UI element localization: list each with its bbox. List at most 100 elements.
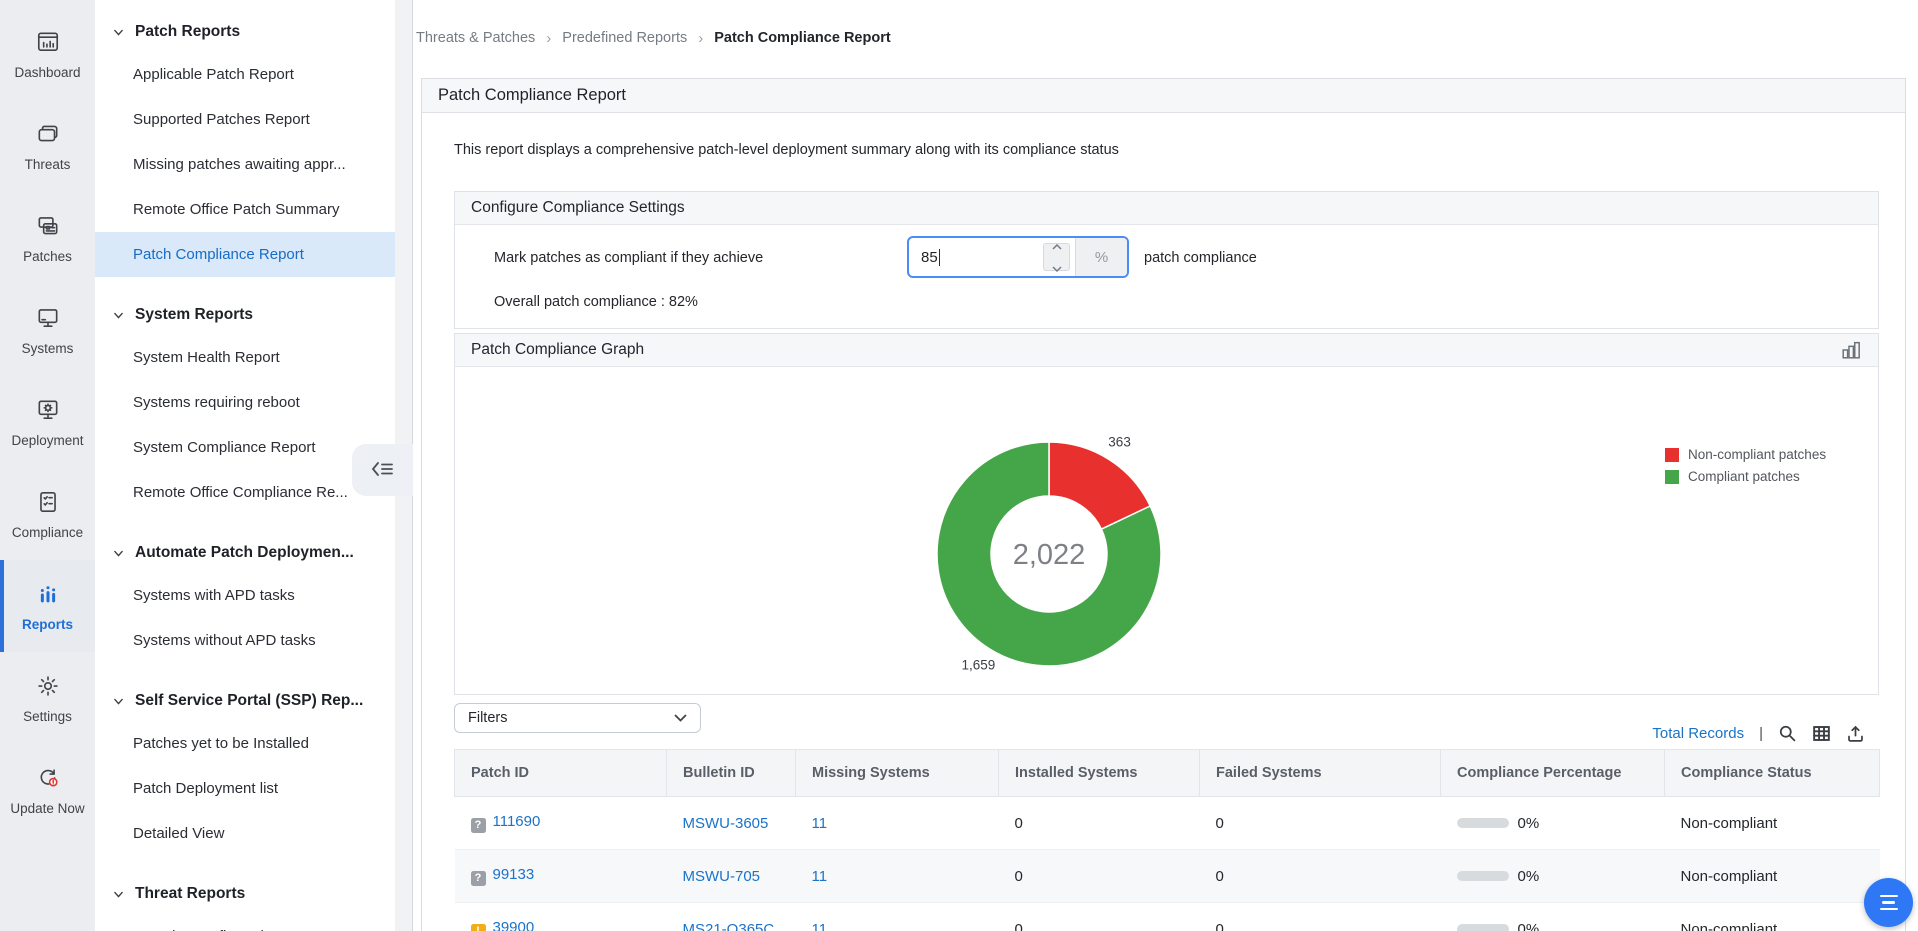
sidebar-item[interactable]: System Health Report [95, 335, 395, 380]
column-header[interactable]: Patch ID [454, 749, 667, 797]
sidebar-item[interactable]: Remote Office Compliance Re... [95, 470, 395, 515]
sidebar-group-header[interactable]: Threat Reports [95, 874, 395, 914]
chevron-down-icon [114, 312, 123, 319]
chevron-down-icon [114, 550, 123, 557]
chevron-down-icon [114, 891, 123, 898]
menu-icon [1879, 894, 1898, 911]
chevron-down-icon [114, 29, 123, 36]
compliance-threshold-input[interactable]: 85 [909, 238, 1043, 276]
threats-icon [35, 121, 61, 150]
missing-systems-link[interactable]: 11 [812, 868, 828, 885]
sidebar-group-header[interactable]: Self Service Portal (SSP) Rep... [95, 681, 395, 721]
missing-systems-link[interactable]: 11 [812, 921, 828, 931]
export-icon[interactable] [1846, 724, 1865, 743]
bulletin-id-link[interactable]: MS21-O365C [683, 921, 775, 931]
sidebar-item[interactable]: System Compliance Report [95, 425, 395, 470]
stepper-up-icon[interactable] [1051, 238, 1062, 255]
collapse-sidebar-button[interactable] [352, 444, 413, 496]
legend-label: Compliant patches [1688, 469, 1800, 484]
sidebar-item[interactable]: Security Configurations Report [95, 914, 395, 931]
table-view-icon[interactable] [1812, 724, 1831, 743]
percent-unit-label: % [1075, 238, 1127, 276]
cell-installed-systems: 0 [998, 796, 1200, 850]
column-header[interactable]: Bulletin ID [666, 749, 796, 797]
text-caret [938, 248, 941, 266]
column-header[interactable]: Failed Systems [1199, 749, 1441, 797]
search-icon[interactable] [1778, 724, 1797, 743]
legend-item[interactable]: Compliant patches [1665, 469, 1826, 484]
mark-compliant-label: Mark patches as compliant if they achiev… [494, 250, 764, 266]
sidebar-group-header[interactable]: System Reports [95, 295, 395, 335]
column-header[interactable]: Compliance Status [1664, 749, 1880, 797]
slice-value-label: 1,659 [962, 658, 996, 673]
nav-label: Threats [24, 156, 71, 172]
missing-systems-link[interactable]: 11 [812, 815, 828, 832]
nav-label: Dashboard [14, 64, 81, 80]
nav-item-update-now[interactable]: Update Now [0, 744, 95, 836]
nav-item-systems[interactable]: Systems [0, 284, 95, 376]
sidebar-item[interactable]: Patch Compliance Report [95, 232, 395, 277]
reports-sidebar: Patch Reports Applicable Patch Report Supp… [95, 0, 395, 931]
sidebar-item[interactable]: Supported Patches Report [95, 97, 395, 142]
nav-label: Compliance [11, 524, 84, 540]
sidebar-item[interactable]: Systems requiring reboot [95, 380, 395, 425]
cell-missing-systems: 11 [795, 796, 999, 850]
sidebar-item[interactable]: Systems without APD tasks [95, 618, 395, 663]
sidebar-group-header[interactable]: Automate Patch Deploymen... [95, 533, 395, 573]
sidebar-item[interactable]: Patches yet to be Installed [95, 721, 395, 766]
sidebar-group-header[interactable]: Patch Reports [95, 12, 395, 52]
progress-bar [1456, 924, 1509, 931]
patch-id-link[interactable]: 111690 [493, 813, 541, 830]
systems-icon [35, 305, 61, 334]
report-card: Patch Compliance Report This report disp… [421, 78, 1906, 931]
cell-bulletin-id: MSWU-3605 [666, 796, 796, 850]
nav-label: Deployment [11, 432, 84, 448]
cell-patch-id: ! 39900 [454, 902, 667, 931]
nav-item-reports[interactable]: Reports [0, 560, 95, 652]
collapse-sidebar-icon [370, 458, 396, 483]
patch-id-link[interactable]: 99133 [493, 866, 535, 883]
overall-compliance-label: Overall patch compliance : [494, 294, 665, 310]
nav-item-dashboard[interactable]: Dashboard [0, 8, 95, 100]
legend-swatch [1665, 469, 1679, 484]
settings-panel-title: Configure Compliance Settings [471, 199, 685, 216]
filters-dropdown[interactable]: Filters [454, 703, 701, 733]
compliance-table: Patch ID Bulletin ID Missing Systems Instal… [454, 749, 1880, 931]
stepper-down-icon[interactable] [1051, 259, 1062, 276]
sidebar-group: Threat Reports Security Configurations Re… [95, 874, 395, 931]
breadcrumb-item[interactable]: Threats & Patches [416, 30, 535, 46]
legend-item[interactable]: Non-compliant patches [1665, 447, 1826, 462]
breadcrumb-item[interactable]: Predefined Reports [562, 30, 687, 46]
floating-menu-button[interactable] [1864, 878, 1913, 927]
patch-id-link[interactable]: 39900 [493, 919, 535, 931]
nav-item-compliance[interactable]: Compliance [0, 468, 95, 560]
total-records-link[interactable]: Total Records [1652, 725, 1744, 742]
cell-failed-systems: 0 [1199, 796, 1441, 850]
nav-item-deployment[interactable]: Deployment [0, 376, 95, 468]
column-header[interactable]: Missing Systems [795, 749, 999, 797]
sidebar-item[interactable]: Applicable Patch Report [95, 52, 395, 97]
nav-label: Update Now [10, 800, 85, 816]
donut-total-label: 2,022 [1013, 539, 1086, 571]
sidebar-group-label: Patch Reports [135, 23, 241, 40]
nav-item-settings[interactable]: Settings [0, 652, 95, 744]
column-header[interactable]: Compliance Percentage [1440, 749, 1665, 797]
column-header[interactable]: Installed Systems [998, 749, 1200, 797]
nav-item-patches[interactable]: Patches [0, 192, 95, 284]
chevron-down-icon [674, 710, 687, 726]
bulletin-id-link[interactable]: MSWU-705 [683, 868, 761, 885]
breadcrumb-item-current: Patch Compliance Report [714, 30, 891, 46]
bulletin-id-link[interactable]: MSWU-3605 [683, 815, 769, 832]
bar-chart-icon[interactable] [1840, 339, 1862, 361]
sidebar-item[interactable]: Detailed View [95, 811, 395, 856]
sidebar-item[interactable]: Patch Deployment list [95, 766, 395, 811]
sidebar-group-label: Self Service Portal (SSP) Rep... [135, 692, 364, 709]
sidebar-item[interactable]: Systems with APD tasks [95, 573, 395, 618]
cell-missing-systems: 11 [795, 849, 999, 903]
severity-important-icon: ! [470, 923, 486, 931]
sidebar-item[interactable]: Remote Office Patch Summary [95, 187, 395, 232]
nav-item-threats[interactable]: Threats [0, 100, 95, 192]
sidebar-item[interactable]: Missing patches awaiting appr... [95, 142, 395, 187]
breadcrumb-separator-icon: › [546, 29, 552, 47]
threshold-stepper[interactable] [1043, 243, 1070, 273]
